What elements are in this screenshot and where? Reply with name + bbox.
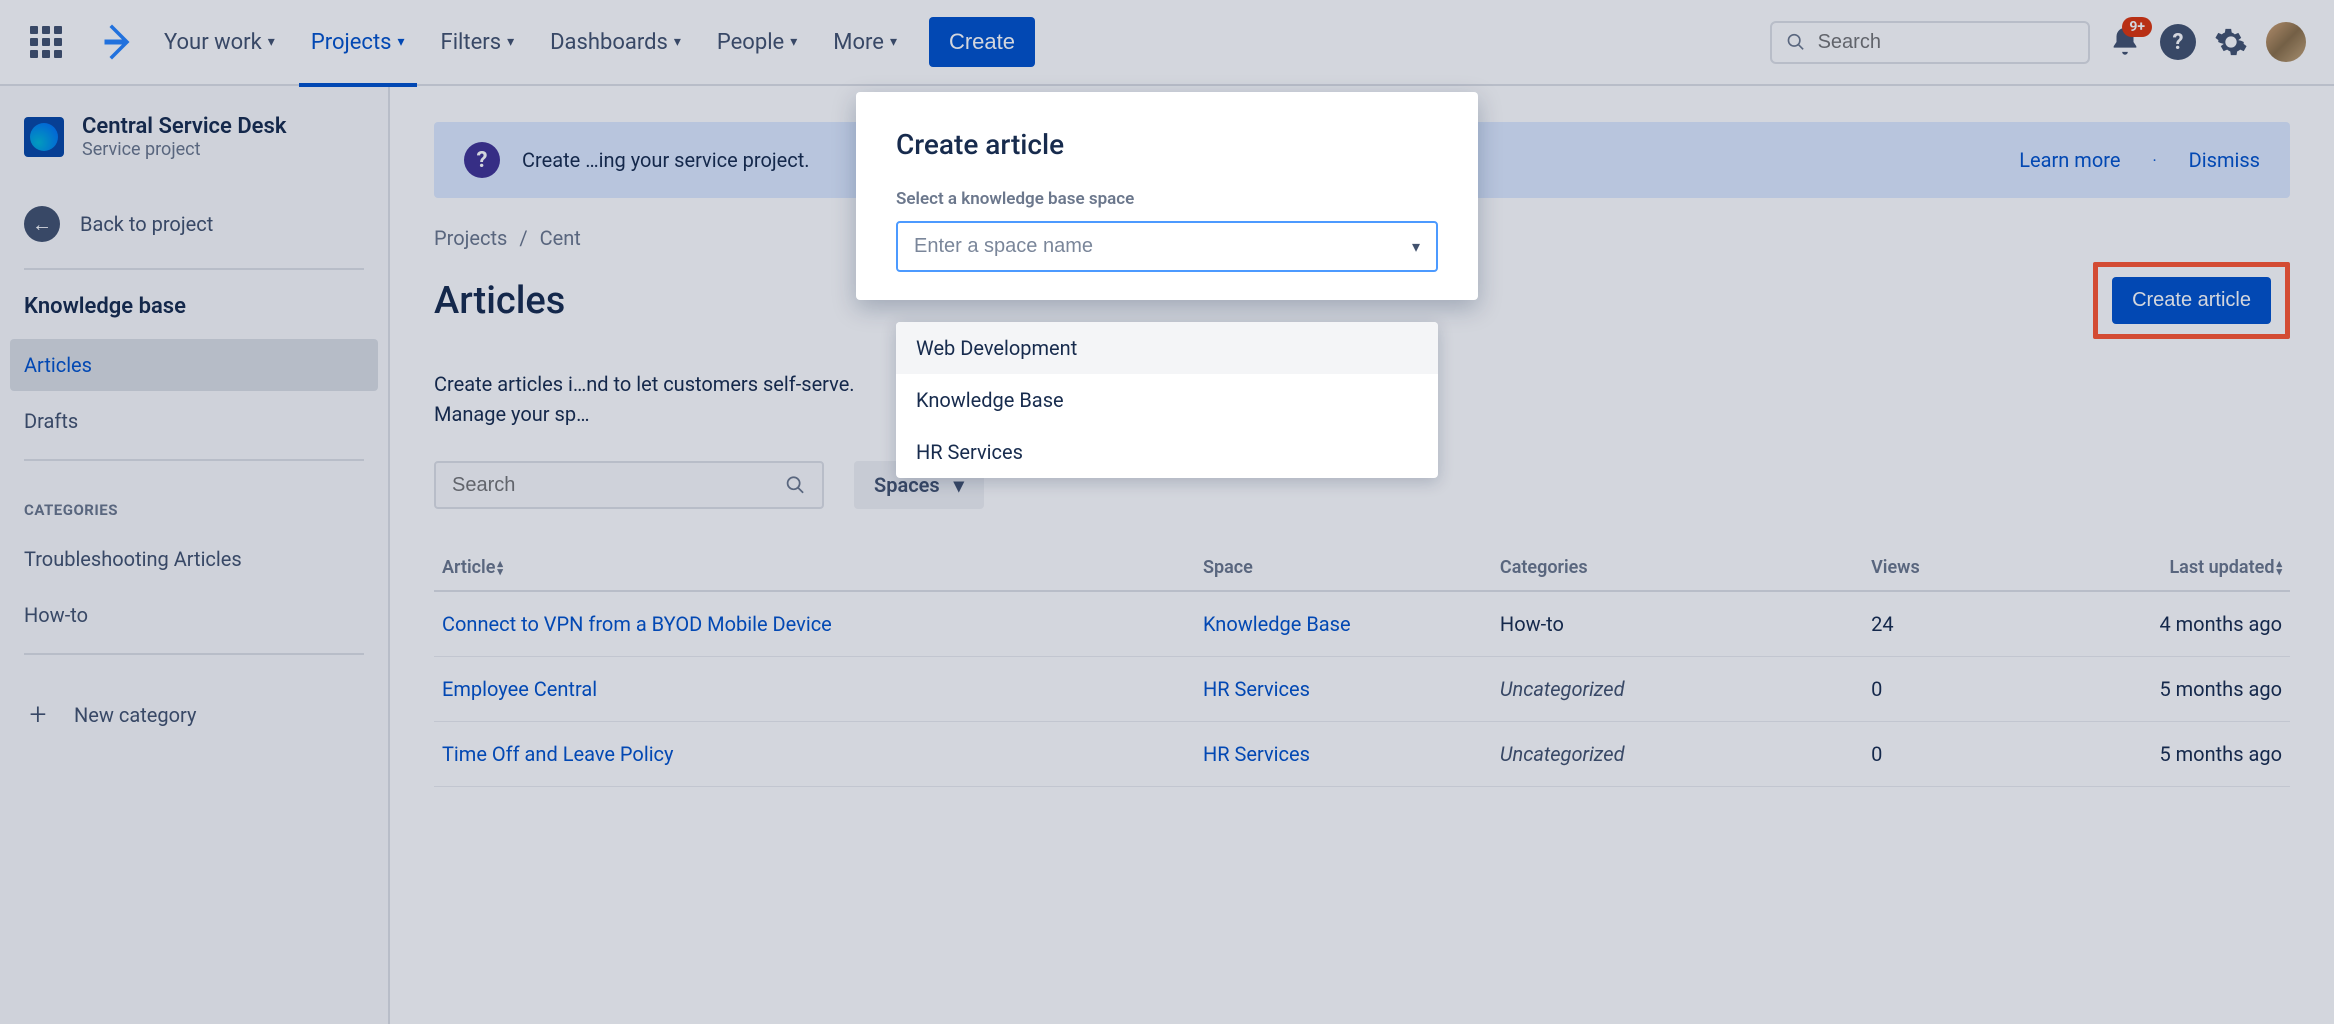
space-select-input[interactable]: [914, 235, 1412, 258]
field-label: Select a knowledge base space: [896, 189, 1438, 209]
dropdown-option[interactable]: Web Development: [896, 322, 1438, 374]
create-article-modal: Create article Select a knowledge base s…: [856, 92, 1478, 300]
modal-title: Create article: [896, 128, 1438, 161]
dropdown-option[interactable]: Knowledge Base: [896, 374, 1438, 426]
space-dropdown: Web Development Knowledge Base HR Servic…: [896, 322, 1438, 478]
chevron-down-icon: ▾: [1412, 237, 1420, 256]
space-select[interactable]: ▾: [896, 221, 1438, 272]
dropdown-option[interactable]: HR Services: [896, 426, 1438, 478]
